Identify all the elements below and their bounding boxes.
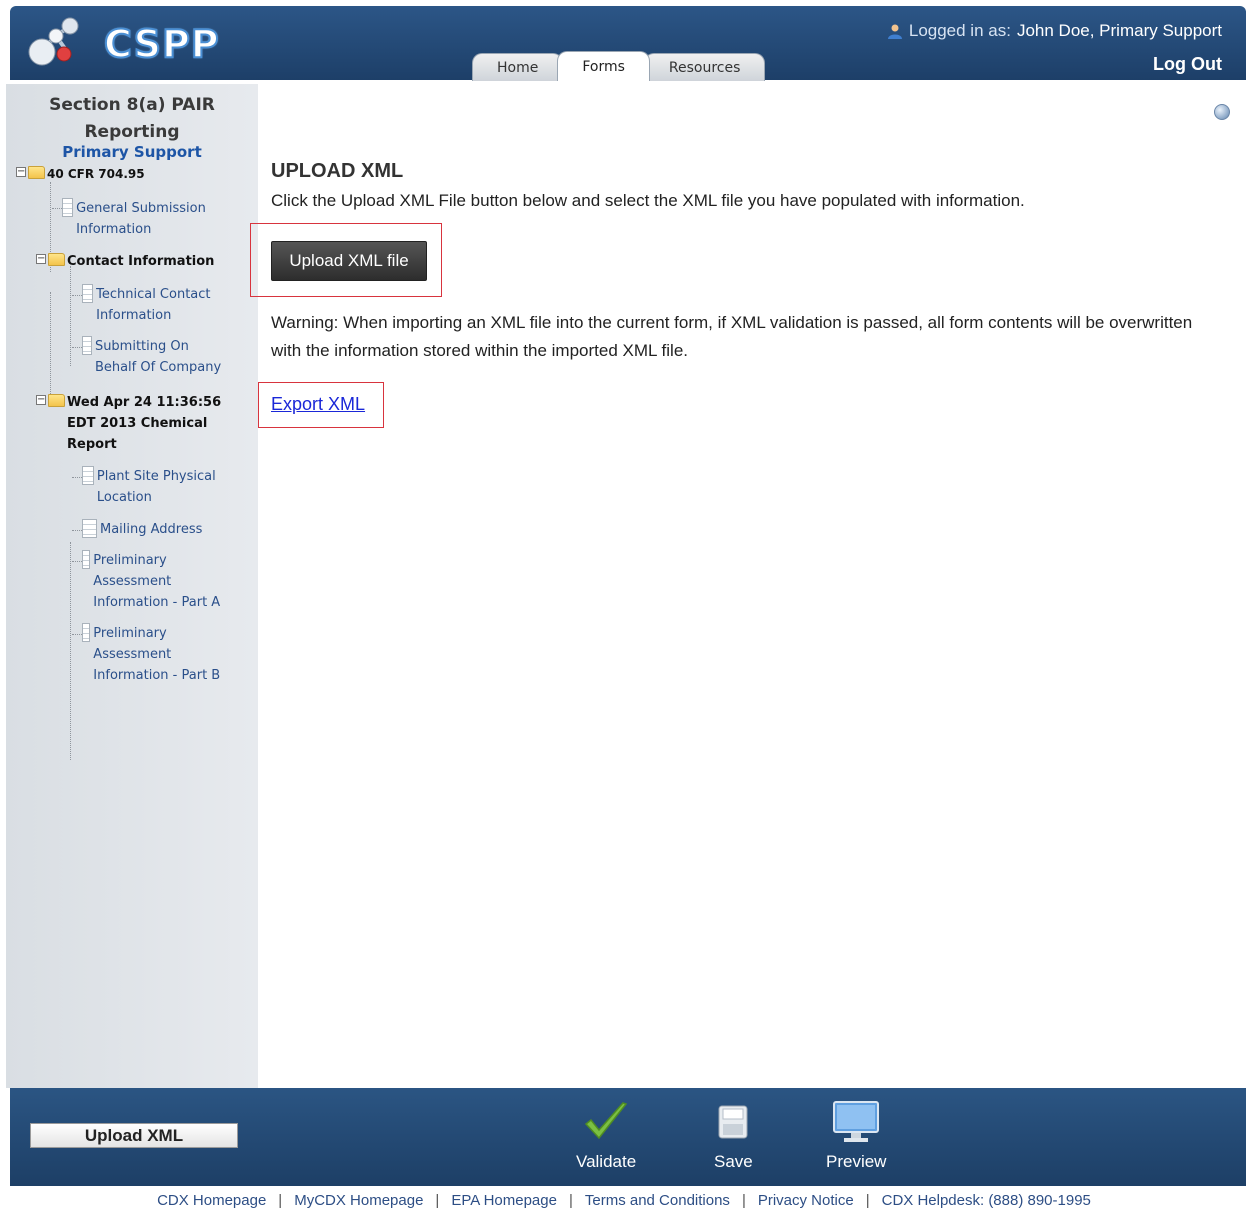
tree-node-root[interactable]: − 40 CFR 704.95 [16, 164, 145, 185]
validate-button[interactable]: Validate [576, 1098, 636, 1172]
monitor-icon [833, 1098, 880, 1146]
molecule-icon [28, 17, 79, 66]
upload-xml-footer-button[interactable]: Upload XML [30, 1123, 238, 1148]
folder-icon [48, 394, 65, 407]
helpdesk-link[interactable]: CDX Helpdesk: (888) 890-1995 [882, 1192, 1091, 1209]
main-content: UPLOAD XML Click the Upload XML File but… [250, 84, 1246, 1088]
user-name: John Doe, Primary Support [1016, 21, 1222, 40]
tree-item-technical-contact[interactable]: Technical Contact Information [82, 284, 232, 326]
upload-xml-file-button[interactable]: Upload XML file [271, 241, 427, 281]
app-header: CSPP Home Forms Resources Logged in as: … [10, 6, 1246, 81]
epa-homepage-link[interactable]: EPA Homepage [451, 1192, 557, 1209]
tree-item-general-submission[interactable]: General Submission Information [62, 198, 222, 240]
terms-link[interactable]: Terms and Conditions [585, 1192, 730, 1209]
save-button[interactable]: Save [714, 1098, 753, 1172]
tree-item-preliminary-assessment-b[interactable]: Preliminary Assessment Information - Par… [82, 623, 232, 686]
collapse-icon[interactable]: − [36, 254, 46, 264]
tab-home[interactable]: Home [472, 53, 564, 81]
logged-in-label: Logged in as: [908, 21, 1011, 40]
privacy-link[interactable]: Privacy Notice [758, 1192, 854, 1209]
tree-item-plant-site[interactable]: Plant Site Physical Location [82, 466, 232, 508]
export-xml-link[interactable]: Export XML [271, 394, 365, 415]
tree-node-contact-information[interactable]: − Contact Information [36, 251, 214, 272]
action-footer-bar: Upload XML Validate Save Preview [10, 1088, 1246, 1186]
logout-link[interactable]: Log Out [1153, 54, 1222, 75]
tree-node-chemical-report[interactable]: − Wed Apr 24 11:36:56 EDT 2013 Chemical … [36, 392, 236, 455]
upload-instructions: Click the Upload XML File button below a… [271, 191, 1025, 210]
sidebar-title: Section 8(a) PAIR Reporting [49, 95, 215, 142]
import-warning-text: Warning: When importing an XML file into… [271, 313, 1193, 360]
folder-icon [28, 166, 45, 179]
document-icon [82, 623, 91, 642]
sidebar-role: Primary Support [62, 143, 202, 161]
save-label: Save [714, 1152, 753, 1171]
document-icon [82, 284, 94, 303]
tree-item-submitting-on-behalf[interactable]: Submitting On Behalf Of Company [82, 336, 232, 378]
collapse-icon[interactable]: − [16, 167, 26, 177]
save-disk-icon [718, 1098, 748, 1146]
tab-forms[interactable]: Forms [557, 51, 650, 81]
document-icon [82, 550, 91, 569]
cspp-logo[interactable]: CSPP [26, 16, 220, 72]
mycdx-homepage-link[interactable]: MyCDX Homepage [294, 1192, 423, 1209]
help-icon[interactable] [1214, 104, 1230, 120]
collapse-icon[interactable]: − [36, 395, 46, 405]
tree-item-preliminary-assessment-a[interactable]: Preliminary Assessment Information - Par… [82, 550, 232, 613]
checkmark-icon [583, 1098, 629, 1146]
logged-in-status: Logged in as: John Doe, Primary Support [887, 21, 1222, 41]
tree-item-mailing-address[interactable]: Mailing Address [82, 519, 232, 540]
document-icon [62, 198, 74, 217]
user-icon [887, 24, 902, 39]
document-icon [82, 336, 92, 355]
main-nav-tabs: Home Forms Resources [472, 51, 766, 81]
page-title: UPLOAD XML [271, 160, 404, 182]
preview-button[interactable]: Preview [826, 1098, 886, 1172]
cdx-homepage-link[interactable]: CDX Homepage [157, 1192, 266, 1209]
preview-label: Preview [826, 1152, 887, 1171]
folder-icon [48, 253, 65, 266]
footer-links: CDX Homepage | MyCDX Homepage | EPA Homepage… [157, 1192, 1091, 1209]
document-icon [82, 519, 97, 538]
form-navigation-sidebar: Section 8(a) PAIR Reporting Primary Supp… [6, 84, 258, 1088]
validate-label: Validate [576, 1152, 637, 1171]
app-name: CSPP [103, 21, 220, 67]
document-icon [82, 466, 94, 485]
tab-resources[interactable]: Resources [643, 53, 766, 81]
